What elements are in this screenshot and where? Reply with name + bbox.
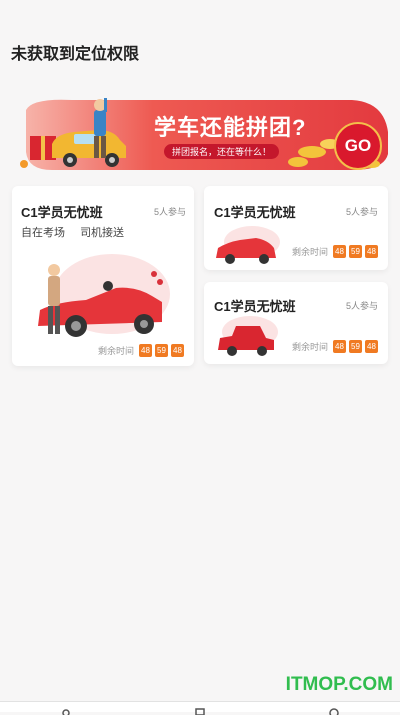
countdown-hours: 48	[333, 340, 346, 353]
profile-icon[interactable]	[328, 707, 340, 715]
card-tag: 司机接送	[80, 227, 125, 239]
countdown-timer: 剩余时间 48 59 48	[292, 340, 378, 353]
home-icon[interactable]	[60, 707, 72, 715]
countdown-seconds: 48	[171, 344, 184, 357]
banner-subtitle: 拼团报名，还在等什么！	[164, 144, 280, 159]
countdown-label: 剩余时间	[97, 346, 134, 356]
go-button[interactable]: GO	[334, 122, 382, 170]
card-participants: 5人参与	[345, 301, 378, 311]
bottom-nav	[0, 701, 400, 715]
countdown-hours: 48	[139, 344, 152, 357]
card-tags: 自在考场 司机接送	[21, 224, 136, 240]
course-card-1[interactable]: C1学员无忧班 5人参与 自在考场 司机接送 剩余时间 48 59 48	[12, 186, 194, 366]
countdown-timer: 剩余时间 48 59 48	[292, 245, 378, 258]
card-title: C1学员无忧班	[214, 205, 296, 220]
site-watermark: ITMOP.COM	[285, 674, 393, 695]
card-title: C1学员无忧班	[214, 299, 296, 314]
countdown-timer: 剩余时间 48 59 48	[98, 344, 184, 357]
document-icon[interactable]	[194, 707, 206, 715]
countdown-hours: 48	[333, 245, 346, 258]
card-tag: 自在考场	[21, 227, 65, 239]
course-card-3[interactable]: C1学员无忧班 5人参与 剩余时间 48 59 48	[204, 282, 388, 364]
course-card-2[interactable]: C1学员无忧班 5人参与 剩余时间 48 59 48	[204, 186, 388, 270]
countdown-minutes: 59	[349, 245, 362, 258]
card-participants: 5人参与	[153, 207, 186, 217]
banner-title: 学车还能拼团?	[154, 115, 307, 140]
countdown-minutes: 59	[349, 340, 362, 353]
group-buy-banner[interactable]: 学车还能拼团? 拼团报名，还在等什么！ GO	[12, 92, 390, 180]
countdown-seconds: 48	[365, 340, 378, 353]
countdown-minutes: 59	[155, 344, 168, 357]
countdown-label: 剩余时间	[291, 247, 328, 257]
car-illustration	[216, 226, 280, 264]
card-title: C1学员无忧班	[21, 205, 103, 220]
car-illustration	[38, 254, 170, 337]
countdown-label: 剩余时间	[291, 342, 328, 352]
car-illustration	[218, 316, 278, 356]
card-participants: 5人参与	[345, 207, 378, 217]
location-status[interactable]: 未获取到定位权限	[11, 40, 139, 64]
countdown-seconds: 48	[365, 245, 378, 258]
